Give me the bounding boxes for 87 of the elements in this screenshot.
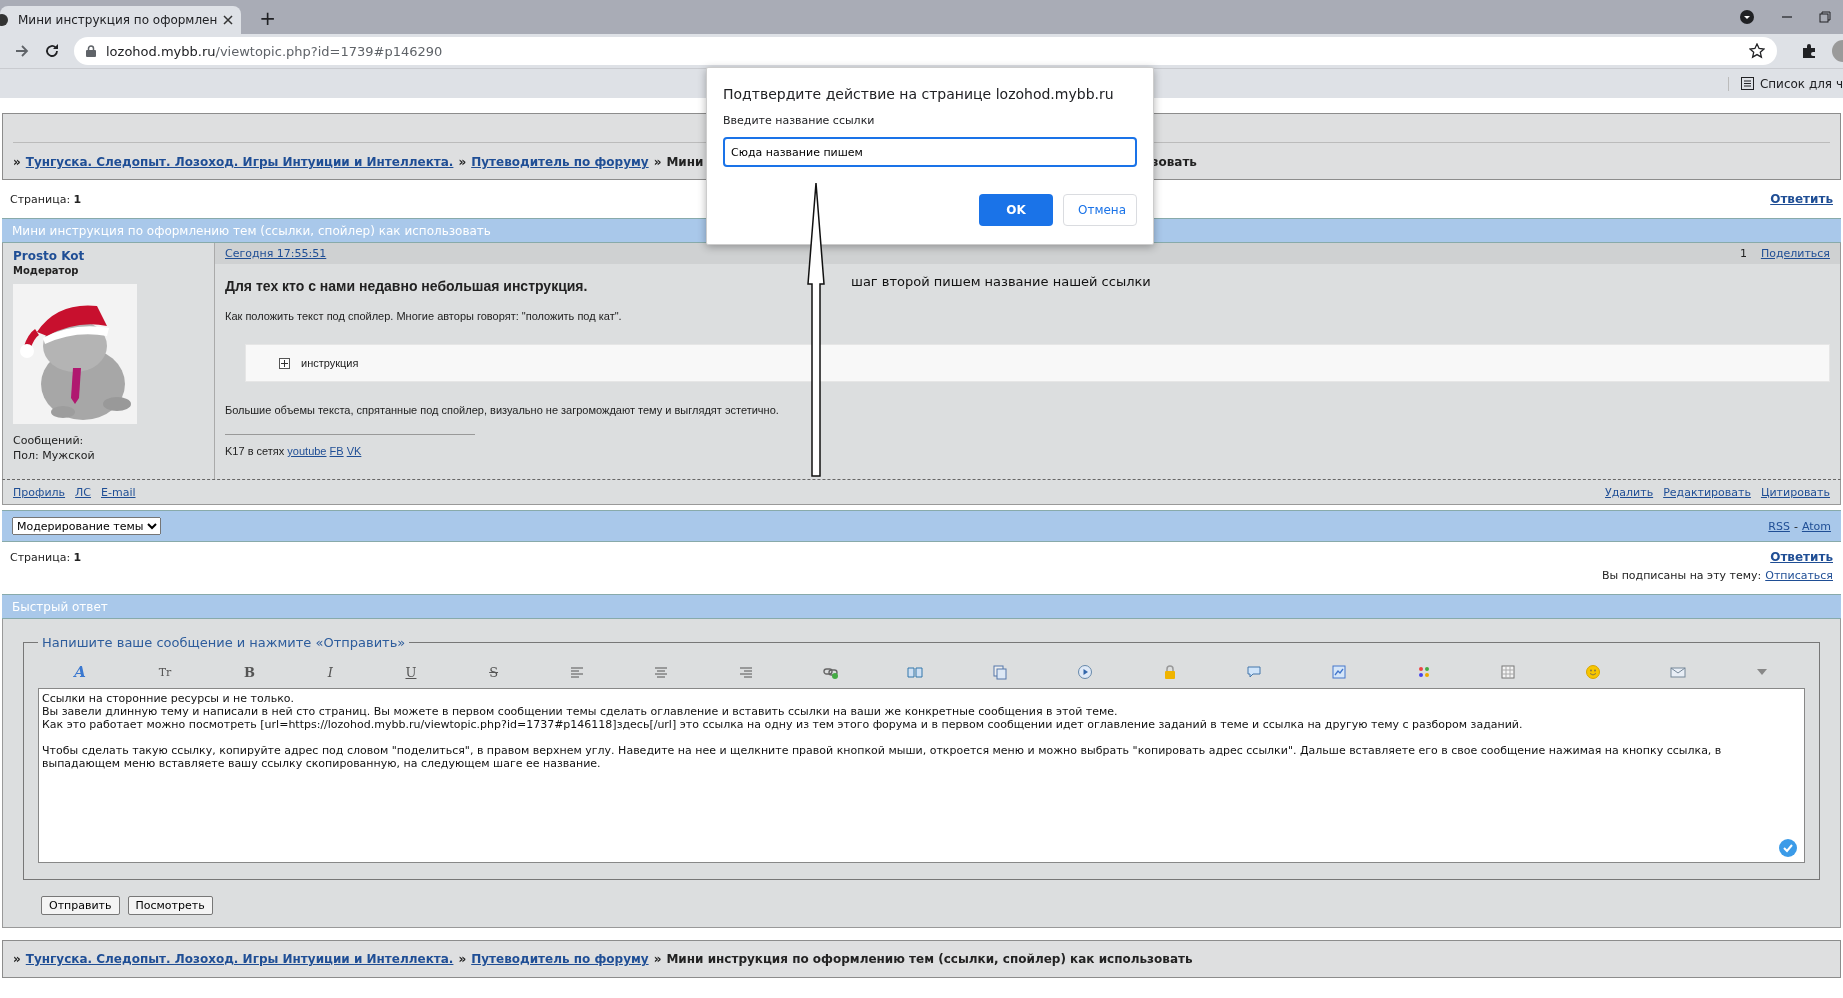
post-action-link[interactable]: Удалить (1605, 485, 1654, 499)
play-icon[interactable] (1076, 664, 1093, 680)
page-label: Страница: 1 (10, 192, 82, 206)
profile-link[interactable]: ЛС (75, 485, 91, 499)
quick-reply-bar: Быстрый ответ (2, 594, 1841, 619)
form-button[interactable]: Отправить (41, 896, 120, 915)
copy-icon[interactable] (992, 664, 1009, 680)
table-icon[interactable] (1500, 664, 1517, 680)
social-link[interactable]: VK (346, 445, 362, 457)
align-center-icon[interactable] (653, 664, 670, 680)
separator: » (13, 952, 21, 966)
unsubscribe-link[interactable]: Отписаться (1765, 568, 1833, 582)
forward-icon[interactable] (14, 43, 30, 59)
format-button[interactable]: I (325, 664, 335, 680)
post-date-link[interactable]: Сегодня 17:55:51 (225, 247, 327, 260)
signature-text: K17 в сетях youtube FB VK (225, 445, 362, 457)
star-icon[interactable] (1749, 43, 1765, 59)
format-button[interactable]: U (403, 664, 419, 680)
format-button[interactable]: Tr (156, 665, 174, 679)
panel-legend: Напишите ваше сообщение и нажмите «Отправить» (38, 635, 410, 650)
user-role: Модератор (13, 265, 80, 276)
reload-icon[interactable] (44, 43, 60, 59)
breadcrumb-current: зовать (1151, 155, 1197, 169)
post-action-link[interactable]: Цитировать (1760, 485, 1830, 499)
feed-link[interactable]: Atom (1801, 519, 1831, 533)
format-button[interactable]: B (241, 664, 257, 680)
url-text: lozohod.mybb.ru/viewtopic.php?id=1739#p146290 (106, 43, 443, 59)
breadcrumb-link[interactable]: Путеводитель по форуму (471, 155, 649, 169)
align-left-icon[interactable] (568, 664, 585, 680)
lock-icon (86, 45, 96, 57)
share-link[interactable]: Поделиться (1760, 247, 1830, 260)
page-label: Страница: 1 (10, 550, 82, 564)
reply-link[interactable]: Ответить (1770, 192, 1833, 206)
restore-icon[interactable] (1819, 11, 1831, 23)
link-name-field[interactable]: Сюда название пишем (723, 137, 1137, 167)
user-stat: Сообщений: (13, 434, 85, 447)
cancel-button[interactable]: Отмена (1063, 194, 1137, 226)
reading-list-icon (1740, 77, 1754, 90)
breadcrumb-link[interactable]: Тунгуска. Следопыт. Лозоход. Игры Интуиции и Интеллекта. (25, 155, 454, 169)
profile-link[interactable]: Профиль (13, 485, 66, 499)
new-tab-button[interactable]: + (255, 6, 281, 30)
breadcrumb-current: Мини (666, 155, 704, 169)
format-button[interactable]: S (487, 664, 501, 680)
subscription-text: Вы подписаны на эту тему: (1601, 568, 1762, 582)
form-button[interactable]: Посмотреть (127, 896, 213, 915)
browser-tab[interactable]: Мини инструкция по оформлен (0, 6, 242, 34)
annotation-text: шаг второй пишем название нашей ссылки (851, 274, 1151, 289)
avatar-icon[interactable] (1831, 39, 1843, 63)
field-label: Введите название ссылки (723, 114, 876, 127)
moderation-dropdown[interactable]: Модерирование темы (12, 517, 161, 535)
post-action-link[interactable]: Редактировать (1663, 485, 1751, 499)
separator: » (458, 952, 467, 966)
spoiler-toggle[interactable]: инструкция (245, 344, 1830, 382)
separator: » (13, 155, 21, 169)
post-heading: Для тех кто с нами недавно небольшая инструкция. (225, 278, 588, 294)
separator: » (458, 155, 467, 169)
reply-link[interactable]: Ответить (1770, 550, 1833, 564)
smiley-icon[interactable] (1585, 664, 1601, 680)
message-field[interactable]: Ссылки на сторонние ресурсы и не только. Вы завели длинную тему и написали в ней сто страниц. Вы можете в первом сообщении темы сделать оглавление и вставить ссылки на ваши же конкретные сообщения в этой теме. Как это работает можно посмотреть [url=https://lozohod.mybb.ru/viewtopic.php?id=1737#p146118]здесь[/url] это ссылка на одну из тем этого форума и в первом сообщении идет оглавление заданий в теме и ссылка на другую тему с разбором заданий. Чтобы сделать такую ссылку, копируйте адрес под словом "поделиться", в правом верхнем углу. Наведите на нее и щелкните правой кнопкой мыши, откроется меню и можно выбрать "копировать адрес ссылки". Дальше вставляете его в свое сообщение нажимая на кнопку ссылка, в выпадающем меню вставляете вашу ссылку скопированную, на следующем шаге ее название. (38, 688, 1805, 863)
separator: » (653, 155, 662, 169)
post-text: Большие объемы текста, спрятанные под спойлер, визуально не загромождают тему и выглядят эстетично. (225, 404, 779, 416)
format-button[interactable]: A (72, 663, 88, 681)
tab-search-icon[interactable] (1739, 9, 1755, 25)
separator: - (1793, 519, 1798, 533)
user-stat: Пол: Мужской (13, 449, 96, 462)
breadcrumb-link[interactable]: Тунгуска. Следопыт. Лозоход. Игры Интуиции и Интеллекта. (25, 952, 454, 966)
puzzle-icon[interactable] (1801, 43, 1817, 59)
site-icon (0, 12, 10, 28)
social-link[interactable]: youtube (287, 445, 327, 457)
dialog-title: Подтвердите действие на странице lozohod.mybb.ru (723, 86, 1115, 102)
breadcrumb-current: Мини инструкция по оформлению тем (ссылки, спойлер) как использовать (666, 952, 1193, 966)
separator: » (653, 952, 662, 966)
social-link[interactable]: FB (329, 445, 344, 457)
address-bar[interactable]: lozohod.mybb.ru/viewtopic.php?id=1739#p146290 (74, 37, 1777, 65)
author-name[interactable]: Prosto Kot (13, 249, 204, 263)
align-right-icon[interactable] (738, 664, 755, 680)
check-circle-icon[interactable] (1779, 839, 1797, 857)
ok-button[interactable]: OK (979, 194, 1053, 226)
bookmark[interactable]: Список для ч (1727, 76, 1843, 91)
close-icon[interactable] (223, 15, 234, 25)
post-text: Как положить текст под спойлер. Многие авторы говорят: "положить под кат". (225, 310, 622, 322)
feed-link[interactable]: RSS (1768, 519, 1790, 533)
breadcrumb-link[interactable]: Путеводитель по форуму (471, 952, 649, 966)
profile-link[interactable]: E-mail (101, 485, 136, 499)
post-number: 1 (1739, 247, 1747, 260)
envelope-icon[interactable] (1669, 664, 1686, 680)
speech-bubble-icon[interactable] (1246, 664, 1263, 680)
